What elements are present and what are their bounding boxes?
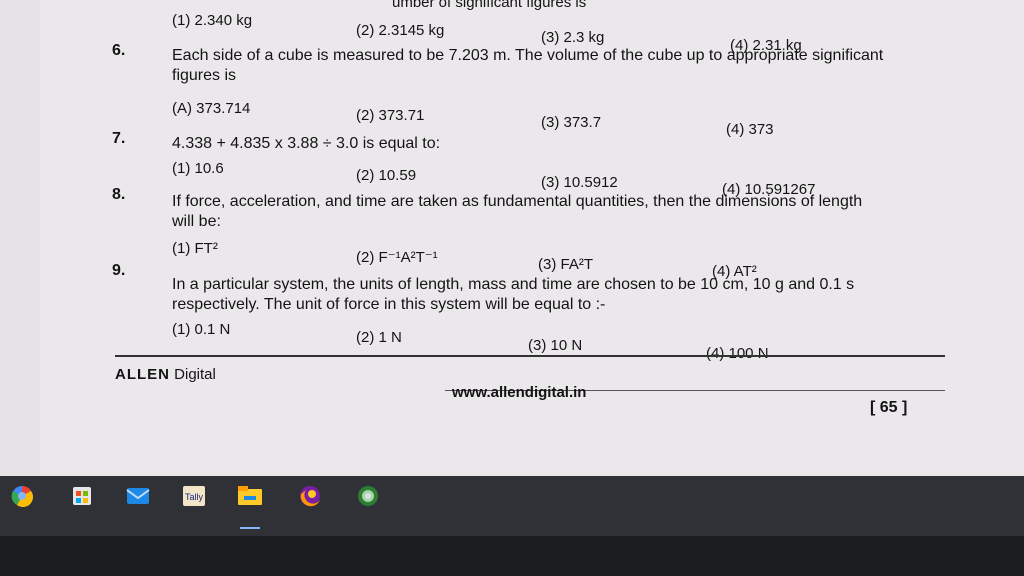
question-number: 8. (112, 186, 126, 203)
option-1: (1) FT² (172, 240, 218, 257)
brand-logo: ALLEN Digital (115, 366, 216, 383)
document-viewer: umber of significant figures is (1) 2.34… (0, 0, 1024, 476)
chrome-icon[interactable] (11, 485, 34, 507)
option-3: (3) 10 N (528, 337, 583, 354)
stem-line: If force, acceleration, and time are tak… (172, 193, 863, 210)
stem-line: Each side of a cube is measured to be 7.… (172, 47, 884, 64)
option-2: (2) 373.71 (356, 107, 425, 124)
option-3: (3) FA²T (538, 256, 593, 273)
mail-icon[interactable] (126, 488, 150, 504)
question-number: 6. (112, 42, 126, 59)
stem-line: In a particular system, the units of len… (172, 276, 855, 293)
option-1: (1) 0.1 N (172, 321, 231, 338)
option-1: (A) 373.714 (172, 100, 251, 117)
option-3: (3) 10.5912 (541, 174, 618, 191)
stem-line: figures is (172, 67, 237, 84)
option-1: (1) 10.6 (172, 160, 224, 177)
option-2: (2) 2.3145 kg (356, 22, 445, 39)
page-number: [ 65 ] (870, 399, 908, 416)
option-4: (4) 100 N (706, 345, 769, 362)
monitor-bezel (0, 536, 1024, 576)
taskbar-icons: Tally (11, 485, 378, 529)
question-stem: 4.338 + 4.835 x 3.88 ÷ 3.0 is equal to: (172, 135, 441, 152)
firefox-icon[interactable] (300, 486, 320, 507)
website-url: www.allendigital.in (452, 384, 587, 401)
question-stem: If force, acceleration, and time are tak… (172, 192, 952, 232)
option-3: (3) 373.7 (541, 114, 602, 131)
question-stem: Each side of a cube is measured to be 7.… (172, 46, 962, 86)
store-icon[interactable] (73, 487, 91, 505)
question-number: 9. (112, 262, 126, 279)
option-2: (2) F⁻¹A²T⁻¹ (356, 249, 438, 266)
cut-off-text: umber of significant figures is (392, 0, 587, 11)
file-explorer-icon[interactable] (238, 486, 262, 505)
stem-line: will be: (172, 213, 221, 230)
tally-icon[interactable]: Tally (183, 486, 205, 506)
option-2: (2) 10.59 (356, 167, 417, 184)
brand-suffix: Digital (174, 366, 216, 383)
stem-line: respectively. The unit of force in this … (172, 296, 606, 313)
question-stem: In a particular system, the units of len… (172, 275, 952, 315)
brand-name: ALLEN (115, 366, 170, 383)
question-number: 7. (112, 130, 126, 147)
chrome-canary-icon[interactable] (358, 486, 378, 506)
tally-label: Tally (185, 492, 204, 502)
footer-divider (115, 355, 945, 357)
active-indicator (240, 527, 260, 529)
option-3: (3) 2.3 kg (541, 29, 605, 46)
option-2: (2) 1 N (356, 329, 402, 346)
option-1: (1) 2.340 kg (172, 12, 253, 29)
